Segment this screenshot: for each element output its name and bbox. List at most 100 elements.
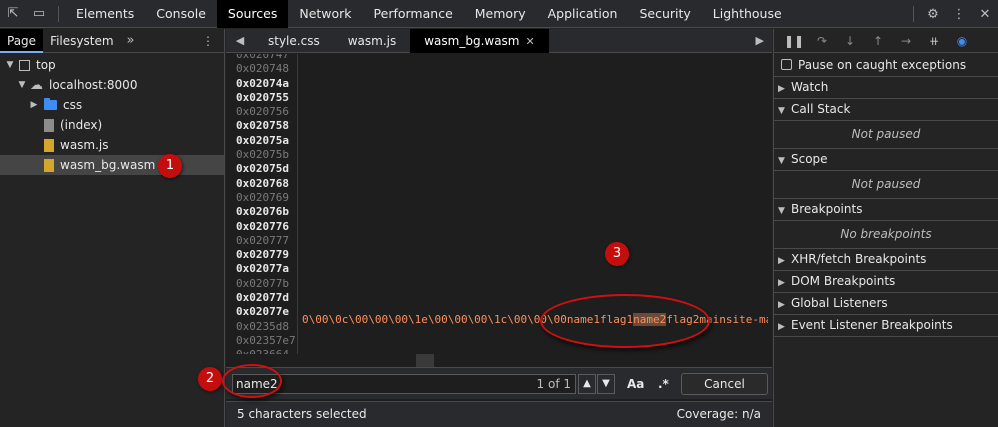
line-number[interactable]: 0x020769 — [226, 191, 298, 205]
line-number[interactable]: 0x020777 — [226, 234, 298, 248]
tree-item-css[interactable]: ▶ css — [0, 95, 224, 115]
chevron-down-icon: ▼ — [778, 106, 785, 116]
line-number[interactable]: 0x02357e7 — [226, 334, 298, 348]
line-number[interactable]: 0x020747 — [226, 54, 298, 62]
section-event-listener-breakpoints[interactable]: ▶ Event Listener Breakpoints — [774, 315, 998, 337]
line-number[interactable]: 0x02075a — [226, 134, 298, 148]
section-title: Watch — [791, 80, 829, 94]
cloud-icon: ☁ — [30, 77, 43, 93]
pause-on-exceptions-icon[interactable]: ◉ — [948, 34, 976, 48]
checkbox-label: Pause on caught exceptions — [798, 57, 967, 72]
section-dom-breakpoints[interactable]: ▶ DOM Breakpoints — [774, 271, 998, 293]
line-number[interactable]: 0x02077a — [226, 262, 298, 276]
more-tabs-icon[interactable]: » — [121, 33, 141, 48]
chevron-right-icon: ▶ — [778, 322, 785, 332]
cancel-button[interactable]: Cancel — [681, 373, 768, 395]
regex-toggle[interactable]: .* — [658, 374, 669, 394]
step-icon[interactable]: → — [892, 34, 920, 48]
step-out-icon[interactable]: ↑ — [864, 34, 892, 48]
search-bar: name2 1 of 1 ▲ ▼ Aa .* Cancel — [226, 367, 772, 399]
toggle-debugger-icon[interactable]: ▶ — [756, 29, 764, 53]
wasm-file-icon — [44, 158, 54, 172]
line-number[interactable]: 0x02077e — [226, 305, 298, 319]
tab-memory[interactable]: Memory — [464, 0, 537, 28]
tab-sources[interactable]: Sources — [216, 0, 289, 28]
annotation-ring-search — [222, 364, 282, 398]
selection-status: 5 characters selected — [237, 407, 367, 421]
section-breakpoints[interactable]: ▼ Breakpoints — [774, 199, 998, 221]
device-toolbar-icon[interactable]: ▭ — [26, 0, 52, 28]
line-number[interactable]: 0x020776 — [226, 220, 298, 234]
line-number[interactable]: 0x02075d — [226, 162, 298, 176]
tree-item-localhost[interactable]: ▼ ☁ localhost:8000 — [0, 75, 224, 95]
toggle-navigator-icon[interactable]: ◀ — [226, 34, 254, 47]
tab-wasm-bg[interactable]: wasm_bg.wasm ✕ — [410, 28, 549, 53]
tab-network[interactable]: Network — [288, 0, 362, 28]
tab-filesystem[interactable]: Filesystem — [43, 29, 120, 53]
tab-console[interactable]: Console — [145, 0, 217, 28]
kebab-menu-icon[interactable]: ⋮ — [946, 0, 972, 28]
step-into-icon[interactable]: ↓ — [836, 34, 864, 48]
devtools-toolbar: ⇱ ▭ Elements Console Sources Network Per… — [0, 0, 998, 28]
chevron-right-icon[interactable]: ▶ — [28, 100, 40, 110]
horizontal-scrollbar-thumb[interactable] — [416, 354, 434, 367]
pause-icon[interactable]: ❚❚ — [780, 34, 808, 48]
line-number[interactable]: 0x02076b — [226, 205, 298, 219]
tree-item-index[interactable]: (index) — [0, 115, 224, 135]
annotation-marker-3: 3 — [605, 242, 629, 266]
line-number[interactable]: 0x020768 — [226, 177, 298, 191]
file-tree: ▼ top ▼ ☁ localhost:8000 ▶ css (index) w… — [0, 53, 224, 175]
document-icon — [44, 118, 54, 132]
chevron-down-icon[interactable]: ▼ — [16, 80, 28, 90]
line-number[interactable]: 0x0235d8 — [226, 320, 298, 334]
tree-item-label: localhost:8000 — [49, 78, 138, 92]
section-scope[interactable]: ▼ Scope — [774, 149, 998, 171]
inspect-element-icon[interactable]: ⇱ — [0, 0, 26, 28]
line-number[interactable]: 0x02074a — [226, 77, 298, 91]
tree-item-wasm-js[interactable]: wasm.js — [0, 135, 224, 155]
tab-security[interactable]: Security — [628, 0, 701, 28]
tab-elements[interactable]: Elements — [65, 0, 145, 28]
line-number[interactable]: 0x02077b — [226, 277, 298, 291]
gear-icon[interactable]: ⚙ — [920, 0, 946, 28]
chevron-down-icon[interactable]: ▼ — [4, 60, 16, 70]
search-input[interactable]: name2 1 of 1 — [232, 374, 576, 394]
search-next-button[interactable]: ▼ — [597, 374, 615, 394]
line-number[interactable]: 0x020779 — [226, 248, 298, 262]
section-title: Scope — [791, 152, 828, 166]
line-number[interactable]: 0x020756 — [226, 105, 298, 119]
horizontal-scrollbar[interactable] — [226, 354, 772, 367]
tab-lighthouse[interactable]: Lighthouse — [702, 0, 793, 28]
deactivate-breakpoints-icon[interactable]: ⧺ — [920, 34, 948, 48]
tree-item-top[interactable]: ▼ top — [0, 55, 224, 75]
line-number[interactable]: 0x02077d — [226, 291, 298, 305]
pause-on-caught-exceptions[interactable]: Pause on caught exceptions — [774, 53, 998, 77]
match-case-toggle[interactable]: Aa — [627, 374, 644, 394]
debugger-sidebar: ❚❚ ↷ ↓ ↑ → ⧺ ◉ Pause on caught exception… — [773, 29, 998, 427]
tab-wasm-js[interactable]: wasm.js — [334, 29, 411, 53]
line-number[interactable]: 0x020748 — [226, 62, 298, 76]
line-number[interactable]: 0x020755 — [226, 91, 298, 105]
close-icon[interactable]: ✕ — [972, 0, 998, 28]
tree-item-wasm-bg[interactable]: wasm_bg.wasm — [0, 155, 224, 175]
section-call-stack[interactable]: ▼ Call Stack — [774, 99, 998, 121]
line-number[interactable]: 0x020758 — [226, 119, 298, 133]
close-tab-icon[interactable]: ✕ — [526, 35, 535, 48]
section-xhr-breakpoints[interactable]: ▶ XHR/fetch Breakpoints — [774, 249, 998, 271]
kebab-menu-icon[interactable]: ⋮ — [202, 29, 214, 53]
search-previous-button[interactable]: ▲ — [578, 374, 596, 394]
step-over-icon[interactable]: ↷ — [808, 34, 836, 48]
line-number[interactable]: 0x02075b — [226, 148, 298, 162]
tab-page[interactable]: Page — [0, 28, 44, 53]
tab-label: wasm_bg.wasm — [424, 33, 520, 48]
tab-application[interactable]: Application — [537, 0, 629, 28]
coverage-status: Coverage: n/a — [676, 407, 761, 421]
tree-item-label: wasm_bg.wasm — [60, 158, 156, 172]
tree-item-label: wasm.js — [60, 138, 109, 152]
pause-exceptions-checkbox[interactable] — [781, 59, 792, 70]
tab-style-css[interactable]: style.css — [254, 29, 334, 53]
section-watch[interactable]: ▶ Watch — [774, 77, 998, 99]
section-global-listeners[interactable]: ▶ Global Listeners — [774, 293, 998, 315]
tab-performance[interactable]: Performance — [363, 0, 464, 28]
chevron-right-icon: ▶ — [778, 84, 785, 94]
